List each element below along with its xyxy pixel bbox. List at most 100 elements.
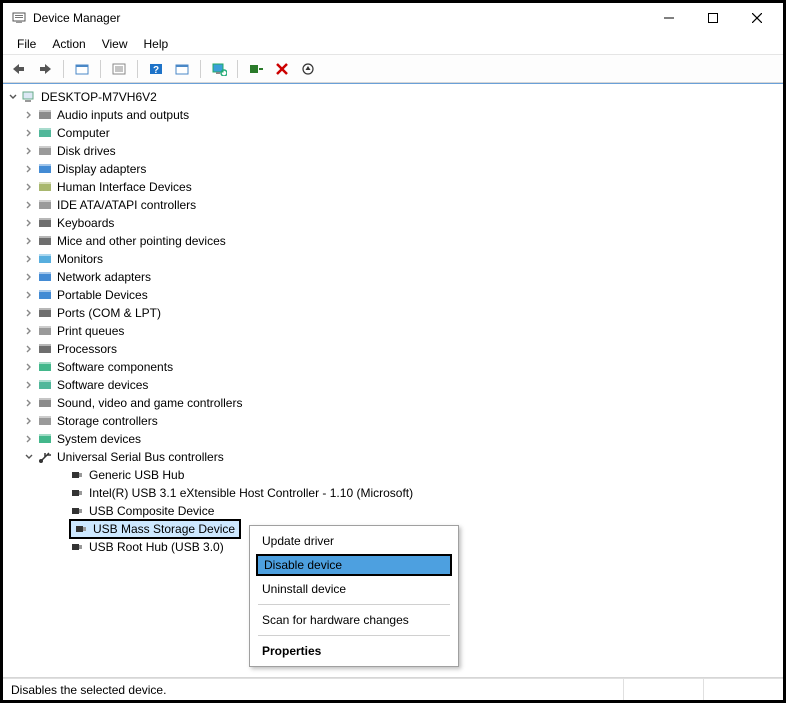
tree-category[interactable]: Human Interface Devices: [23, 178, 783, 196]
tree-device[interactable]: Generic USB Hub: [55, 466, 783, 484]
tree-category-label: Display adapters: [57, 160, 146, 178]
chevron-right-icon[interactable]: [23, 199, 35, 211]
update-icon[interactable]: [170, 58, 194, 80]
menu-action[interactable]: Action: [44, 35, 93, 53]
chevron-right-icon[interactable]: [23, 271, 35, 283]
chevron-right-icon[interactable]: [23, 217, 35, 229]
back-arrow-icon[interactable]: [7, 58, 31, 80]
ctx-separator: [258, 635, 450, 636]
ctx-properties[interactable]: Properties: [252, 640, 456, 662]
chevron-right-icon[interactable]: [23, 397, 35, 409]
tree-category-usb[interactable]: Universal Serial Bus controllers: [23, 448, 783, 466]
uninstall-icon[interactable]: [296, 58, 320, 80]
menu-help[interactable]: Help: [136, 35, 177, 53]
chevron-right-icon[interactable]: [23, 235, 35, 247]
device-manager-window: Device Manager File Action View Help ?: [0, 0, 786, 703]
chevron-right-icon[interactable]: [23, 181, 35, 193]
tree-category[interactable]: Portable Devices: [23, 286, 783, 304]
category-icon: [37, 359, 53, 375]
tree-device-selected[interactable]: USB Mass Storage Device: [69, 519, 241, 539]
tree-category[interactable]: Mice and other pointing devices: [23, 232, 783, 250]
usb-plug-icon: [69, 503, 85, 519]
chevron-right-icon[interactable]: [23, 145, 35, 157]
tree-category[interactable]: Display adapters: [23, 160, 783, 178]
tree-category-label: IDE ATA/ATAPI controllers: [57, 196, 196, 214]
usb-plug-icon: [69, 485, 85, 501]
tree-category[interactable]: System devices: [23, 430, 783, 448]
ctx-update-driver[interactable]: Update driver: [252, 530, 456, 552]
tree-category-label: Computer: [57, 124, 110, 142]
tree-category[interactable]: Monitors: [23, 250, 783, 268]
chevron-right-icon[interactable]: [23, 307, 35, 319]
usb-plug-icon: [73, 521, 89, 537]
chevron-right-icon[interactable]: [23, 109, 35, 121]
tree-category[interactable]: Storage controllers: [23, 412, 783, 430]
ctx-scan-hardware[interactable]: Scan for hardware changes: [252, 609, 456, 631]
chevron-right-icon[interactable]: [23, 433, 35, 445]
close-button[interactable]: [735, 4, 779, 32]
tree-category-label: Human Interface Devices: [57, 178, 192, 196]
chevron-right-icon[interactable]: [23, 127, 35, 139]
chevron-down-icon[interactable]: [23, 451, 35, 463]
tree-category[interactable]: Sound, video and game controllers: [23, 394, 783, 412]
chevron-right-icon[interactable]: [23, 253, 35, 265]
menu-file[interactable]: File: [9, 35, 44, 53]
statusbar-pane-2: [703, 679, 783, 700]
add-legacy-icon[interactable]: [244, 58, 268, 80]
chevron-right-icon[interactable]: [23, 289, 35, 301]
tree-category[interactable]: Software devices: [23, 376, 783, 394]
tree-category[interactable]: Software components: [23, 358, 783, 376]
ctx-disable-device[interactable]: Disable device: [256, 554, 452, 576]
properties-icon[interactable]: [107, 58, 131, 80]
tree-category[interactable]: Keyboards: [23, 214, 783, 232]
tree-category[interactable]: Audio inputs and outputs: [23, 106, 783, 124]
category-icon: [37, 287, 53, 303]
ctx-uninstall-device[interactable]: Uninstall device: [252, 578, 456, 600]
category-icon: [37, 215, 53, 231]
tree-view[interactable]: DESKTOP-M7VH6V2 Audio inputs and outputs…: [3, 83, 783, 678]
chevron-down-icon[interactable]: [7, 91, 19, 103]
tree-category[interactable]: Computer: [23, 124, 783, 142]
tree-spacer: [55, 469, 67, 481]
category-icon: [37, 395, 53, 411]
chevron-right-icon[interactable]: [23, 361, 35, 373]
tree-device[interactable]: USB Composite Device: [55, 502, 783, 520]
category-icon: [37, 125, 53, 141]
tree-root[interactable]: DESKTOP-M7VH6V2: [7, 88, 783, 106]
tree-device-label: USB Composite Device: [89, 502, 214, 520]
chevron-right-icon[interactable]: [23, 415, 35, 427]
tree-category[interactable]: Ports (COM & LPT): [23, 304, 783, 322]
scan-monitor-icon[interactable]: [207, 58, 231, 80]
tree-category-label: Keyboards: [57, 214, 114, 232]
delete-x-icon[interactable]: [270, 58, 294, 80]
tree-category-label: System devices: [57, 430, 141, 448]
ctx-separator: [258, 604, 450, 605]
tree-spacer: [55, 505, 67, 517]
menu-view[interactable]: View: [94, 35, 136, 53]
tree-category[interactable]: IDE ATA/ATAPI controllers: [23, 196, 783, 214]
chevron-right-icon[interactable]: [23, 163, 35, 175]
chevron-right-icon[interactable]: [23, 379, 35, 391]
category-icon: [37, 377, 53, 393]
minimize-button[interactable]: [647, 4, 691, 32]
context-menu: Update driver Disable device Uninstall d…: [249, 525, 459, 667]
category-icon: [37, 197, 53, 213]
chevron-right-icon[interactable]: [23, 325, 35, 337]
tree-device[interactable]: Intel(R) USB 3.1 eXtensible Host Control…: [55, 484, 783, 502]
forward-arrow-icon[interactable]: [33, 58, 57, 80]
usb-plug-icon: [69, 539, 85, 555]
chevron-right-icon[interactable]: [23, 343, 35, 355]
tree-category-label: Mice and other pointing devices: [57, 232, 226, 250]
tree-category-label: Software components: [57, 358, 173, 376]
show-hidden-icon[interactable]: [70, 58, 94, 80]
tree-category[interactable]: Print queues: [23, 322, 783, 340]
tree-category[interactable]: Network adapters: [23, 268, 783, 286]
category-icon: [37, 269, 53, 285]
maximize-button[interactable]: [691, 4, 735, 32]
tree-category[interactable]: Processors: [23, 340, 783, 358]
tree-category-label: Universal Serial Bus controllers: [57, 448, 224, 466]
help-icon[interactable]: ?: [144, 58, 168, 80]
tree-category[interactable]: Disk drives: [23, 142, 783, 160]
tree-device-label: Intel(R) USB 3.1 eXtensible Host Control…: [89, 484, 413, 502]
category-icon: [37, 233, 53, 249]
